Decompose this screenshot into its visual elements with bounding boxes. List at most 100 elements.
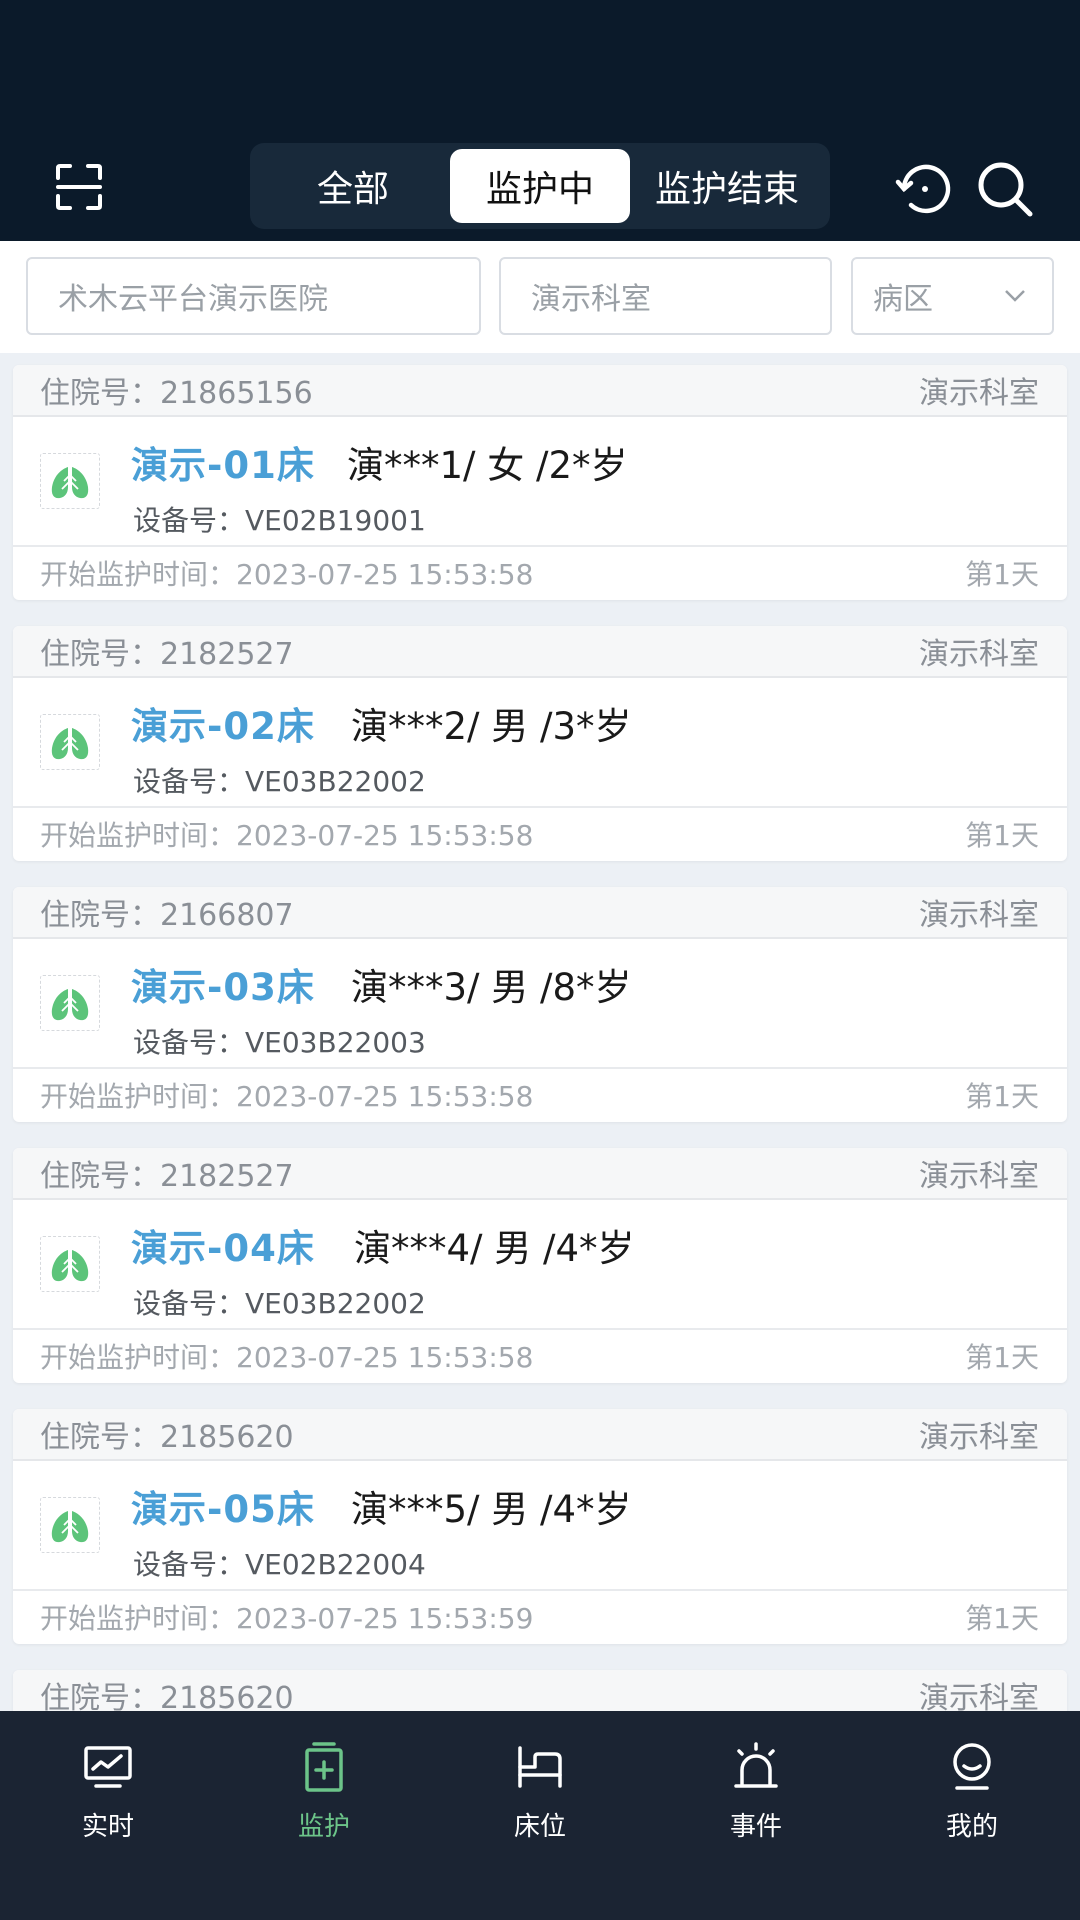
tab-monitoring-ended[interactable]: 监护结束: [630, 149, 824, 223]
nav-item-beds[interactable]: 床位: [432, 1711, 648, 1871]
hospital-value: 术木云平台演示医院: [58, 282, 328, 317]
card-footer: 开始监护时间：2023-07-25 15:53:59 第1天: [13, 1591, 1067, 1642]
bed-name: 演示-05床: [131, 1488, 315, 1531]
start-time: 开始监护时间：2023-07-25 15:53:58: [40, 1075, 533, 1115]
lung-icon-box: [40, 1236, 100, 1292]
tab-monitoring[interactable]: 监护中: [450, 149, 630, 223]
admission-number: 住院号：2185620: [40, 1673, 294, 1711]
nav-item-monitoring[interactable]: 监护: [216, 1711, 432, 1871]
card-footer: 开始监护时间：2023-07-25 15:53:58 第1天: [13, 547, 1067, 598]
lung-icon: [51, 463, 89, 499]
start-time-label: 开始监护时间：: [40, 1079, 237, 1113]
scan-button[interactable]: [52, 160, 106, 214]
admission-number: 住院号：2185620: [40, 1412, 294, 1456]
nav-item-events[interactable]: 事件: [648, 1711, 864, 1871]
start-time: 开始监护时间：2023-07-25 15:53:59: [40, 1597, 533, 1637]
admission-number: 住院号：2166807: [40, 890, 294, 934]
device-value: VE02B19001: [245, 504, 426, 537]
device-label: 设备号：: [133, 1548, 246, 1581]
admission-value: 2185620: [160, 1420, 294, 1455]
ward-select[interactable]: 病区: [851, 257, 1054, 335]
monitoring-day: 第1天: [965, 818, 1039, 852]
patient-card[interactable]: 住院号：2185620 演示科室 演示-05床 演***5/ 男 /4*岁 设备号：VE…: [13, 1409, 1067, 1644]
device-number: 设备号：VE03B22002: [133, 760, 426, 800]
patient-info: 演***2/ 男 /3*岁: [351, 705, 632, 748]
start-time-value: 2023-07-25 15:53:59: [236, 1601, 534, 1635]
patient-card[interactable]: 住院号：21865156 演示科室演示-01床 演***1/ 女 /2*岁设备号：V…: [13, 365, 1067, 600]
nav-item-profile[interactable]: 我的: [864, 1711, 1080, 1871]
search-icon: [978, 162, 1033, 217]
card-footer: 开始监护时间：2023-07-25 15:53:58 第1天: [13, 1069, 1067, 1120]
nav-item-realtime[interactable]: 实时: [0, 1711, 216, 1871]
admission-label: 住院号：: [40, 1681, 160, 1711]
admission-number: 住院号：2182527: [40, 629, 294, 673]
start-time-label: 开始监护时间：: [40, 1340, 237, 1374]
history-button[interactable]: [894, 158, 956, 220]
device-value: VE02B22004: [245, 1548, 426, 1581]
monitoring-day: 第1天: [965, 557, 1039, 591]
patient-list: 住院号：21865156 演示科室 演示-01床 演***1/ 女 /2*岁 设备号：V…: [0, 353, 1080, 1711]
patient-card[interactable]: 住院号：2166807 演示科室 演示-03床 演***3/ 男 /8*岁 设备号：VE…: [13, 887, 1067, 1122]
medical-kit-icon: [305, 1741, 343, 1792]
admission-value: 2182527: [160, 637, 294, 672]
bed-name: 演示-02床: [131, 705, 315, 748]
lung-icon: [51, 1246, 89, 1282]
device-value: VE03B22002: [245, 765, 426, 798]
card-header: 住院号：21865156 演示科室: [13, 365, 1067, 417]
card-body: 演示-02床 演***2/ 男 /3*岁设备号：VE03B22002: [13, 678, 1067, 808]
ward-value: 病区: [873, 282, 933, 317]
device-label: 设备号：: [133, 504, 246, 537]
patient-card[interactable]: 住院号：2185620演示科室设备号：开始监护时间：: [13, 1670, 1067, 1711]
device-label: 设备号：: [133, 1287, 246, 1320]
card-body: 演示-04床 演***4/ 男 /4*岁设备号：VE03B22002: [13, 1200, 1067, 1330]
admission-value: 21865156: [160, 376, 313, 411]
lung-icon-box: [40, 1497, 100, 1553]
scan-icon: [56, 164, 102, 210]
lung-icon: [51, 1507, 89, 1543]
tab-all[interactable]: 全部: [256, 149, 450, 223]
filter-bar: 术木云平台演示医院 演示科室 病区: [0, 241, 1080, 353]
monitor-icon: [84, 1745, 132, 1788]
admission-label: 住院号：: [40, 898, 160, 933]
start-time-label: 开始监护时间：: [40, 1601, 237, 1635]
app-header: 全部 监护中 监护结束: [0, 0, 1080, 241]
patient-info: 演***4/ 男 /4*岁: [354, 1227, 635, 1270]
department-label: 演示科室: [919, 1681, 1039, 1711]
bed-name: 演示-04床: [131, 1227, 315, 1270]
department-value: 演示科室: [531, 282, 651, 317]
admission-number: 住院号：21865156: [40, 368, 313, 412]
device-label: 设备号：: [133, 765, 246, 798]
start-time-value: 2023-07-25 15:53:58: [236, 557, 534, 591]
lung-icon: [51, 985, 89, 1021]
patient-info: 演***1/ 女 /2*岁: [347, 444, 628, 487]
device-label: 设备号：: [133, 1026, 246, 1059]
device-number: 设备号：VE02B19001: [133, 499, 426, 539]
monitoring-day: 第1天: [965, 1340, 1039, 1374]
bed-name: 演示-01床: [131, 444, 315, 487]
department-select[interactable]: 演示科室: [499, 257, 832, 335]
nav-label: 床位: [513, 1811, 566, 1842]
admission-label: 住院号：: [40, 376, 160, 411]
device-number: 设备号：VE03B22003: [133, 1021, 426, 1061]
start-time: 开始监护时间：2023-07-25 15:53:58: [40, 1336, 533, 1376]
admission-number: 住院号：2182527: [40, 1151, 294, 1195]
alarm-icon: [734, 1741, 778, 1788]
admission-label: 住院号：: [40, 1159, 160, 1194]
patient-card[interactable]: 住院号：2182527 演示科室 演示-02床 演***2/ 男 /3*岁 设备号：VE…: [13, 626, 1067, 861]
history-icon: [895, 164, 951, 214]
search-button[interactable]: [974, 158, 1036, 220]
device-value: VE03B22003: [245, 1026, 426, 1059]
patient-card[interactable]: 住院号：2182527 演示科室 演示-04床 演***4/ 男 /4*岁 设备号：VE…: [13, 1148, 1067, 1383]
bottom-nav: 实时 监护 床位 事件 我的: [0, 1711, 1080, 1920]
device-number: 设备号：VE02B22004: [133, 1543, 426, 1583]
department-label: 演示科室: [919, 898, 1039, 933]
start-time-value: 2023-07-25 15:53:58: [236, 1340, 534, 1374]
hospital-select[interactable]: 术木云平台演示医院: [26, 257, 481, 335]
device-number: 设备号：VE03B22002: [133, 1282, 426, 1322]
card-header: 住院号：2166807 演示科室: [13, 887, 1067, 939]
start-time-label: 开始监护时间：: [40, 557, 237, 591]
start-time-label: 开始监护时间：: [40, 818, 237, 852]
bed-name: 演示-03床: [131, 966, 315, 1009]
monitoring-day: 第1天: [965, 1601, 1039, 1635]
admission-label: 住院号：: [40, 637, 160, 672]
